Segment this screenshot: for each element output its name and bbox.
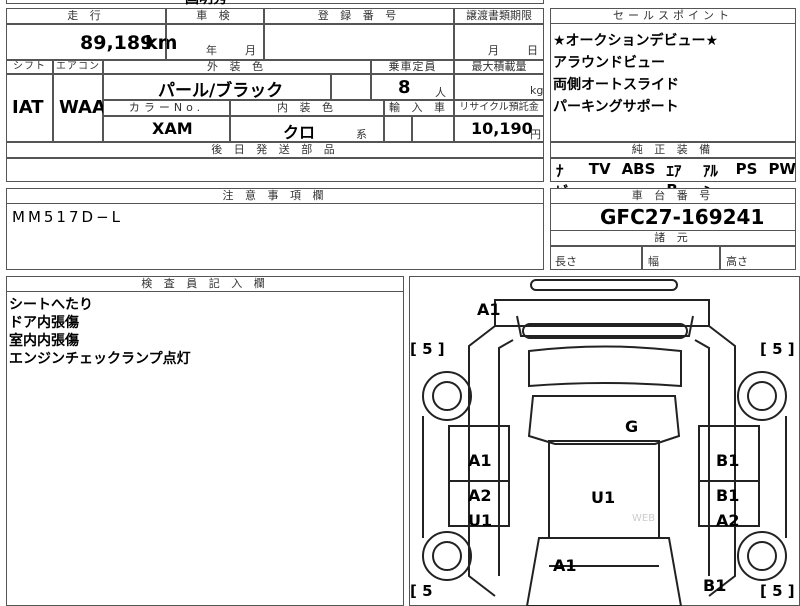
import-cell-b [412,116,454,142]
option-tv: TV [588,160,611,178]
damage-label: G [625,417,639,436]
mileage-header: 走 行 [6,8,166,24]
sales-point-header: セールスポイント [550,8,796,24]
damage-label: U1 [468,511,493,530]
top-strip [6,0,544,4]
color-no-value: XAM [152,119,193,138]
inspector-note-2: ドア内張傷 [9,315,79,331]
capacity-unit: 人 [435,86,446,99]
registration-cell [264,24,454,60]
sales-point-3: 両側オートスライド [553,77,679,93]
later-parts-header: 後 日 発 送 部 品 [6,142,544,158]
shift-value: IAT [12,97,44,118]
length-label: 長さ [555,255,577,268]
interior-suffix: 系 [356,128,367,141]
mileage-value: 89,189 [80,32,154,54]
aircon-value: WAA [59,97,106,118]
recycle-value: 10,190 [471,119,533,138]
damage-label: B1 [703,576,727,595]
inspector-note-4: エンジンチェックランプ点灯 [9,351,191,367]
option-pw: PW [768,160,796,178]
tire-label-left-bottom: [ 5 [410,582,433,600]
aircon-header: エアコン [53,60,103,74]
inspector-header: 検 査 員 記 入 欄 [6,276,404,292]
chassis-header: 車 台 番 号 [550,188,796,204]
damage-label: U1 [591,488,616,507]
damage-label: A2 [716,511,740,530]
height-label: 高さ [726,255,748,268]
registration-header: 登 録 番 号 [264,8,454,24]
tire-label-left-top: [ 5 ] [410,340,445,358]
damage-label: A2 [468,486,492,505]
damage-label: B1 [716,451,740,470]
a-pillar-left [498,339,514,576]
options-list: ﾅﾋﾞ TV ABS ｴｱB ｱﾙﾐ PS PW [556,160,796,201]
wheel-rear-right [737,531,787,581]
width-label: 幅 [648,255,659,268]
capacity-header: 乗車定員 [371,60,454,74]
rear-gate [525,537,683,606]
import-cell-a [384,116,412,142]
car-diagram [422,279,787,606]
interior-value: クロ [283,123,316,142]
notes-header: 注 意 事 項 欄 [6,188,544,204]
damage-label: A1 [468,451,492,470]
top-fragment: 国明秀 [185,0,227,8]
recycle-unit: 円 [530,128,541,141]
sales-point-2: アラウンドビュー [553,55,665,71]
sales-point-1: ★オークションデビュー★ [553,33,719,49]
max-load-unit: kg [530,84,544,97]
watermark: WEB [632,513,656,524]
a-pillar-right [694,339,710,576]
wheel-rear-right-inner [747,541,777,571]
option-alloy: ｱﾙﾐ [702,162,718,201]
inspection-header: 車 検 [166,8,264,24]
color-no-header: カラーNo. [103,100,230,116]
inspection-year: 年 [206,44,217,57]
later-parts-body [6,158,544,182]
inspector-note-1: シートへたり [9,297,93,313]
tire-label-right-bottom: [ 5 ] [760,582,795,600]
wheel-front-right [737,371,787,421]
exterior-value: パール/ブラック [158,81,284,101]
notes-value: MM517D−L [12,208,123,226]
options-header: 純 正 装 備 [550,142,796,158]
interior-header: 内 装 色 [230,100,384,116]
front-bumper-top [530,279,678,291]
wheel-rear-left [422,531,472,581]
windshield [528,345,682,388]
option-abs: ABS [621,160,656,178]
damage-label: A1 [553,556,577,575]
exterior-extra-cell [331,74,371,100]
inspector-note-3: 室内内張傷 [9,333,79,349]
damage-label: B1 [716,486,740,505]
wheel-rear-left-inner [432,541,462,571]
front-bumper [494,299,710,327]
transfer-deadline-header: 譲渡書類期限 [454,8,544,24]
transfer-month: 月 [488,44,499,57]
capacity-value: 8 [398,77,411,98]
option-navi: ﾅﾋﾞ [556,162,571,201]
inspection-month: 月 [245,44,256,57]
sales-point-4: パーキングサポート [553,99,679,115]
dimensions-header: 諸 元 [550,230,796,246]
option-airbag: ｴｱB [666,162,682,199]
wheel-front-left-inner [432,381,462,411]
damage-label: A1 [477,300,501,319]
tire-label-right-top: [ 5 ] [760,340,795,358]
max-load-header: 最大積載量 [454,60,544,74]
shift-header: シフト [6,60,53,74]
roof [527,395,681,445]
option-ps: PS [735,160,758,178]
import-header: 輸 入 車 [384,100,454,116]
chassis-value: GFC27-169241 [600,205,765,229]
wheel-front-right-inner [747,381,777,411]
wheel-front-left [422,371,472,421]
recycle-header: リサイクル預託金 [454,100,544,116]
transfer-day: 日 [527,44,538,57]
exterior-header: 外 装 色 [103,60,371,74]
